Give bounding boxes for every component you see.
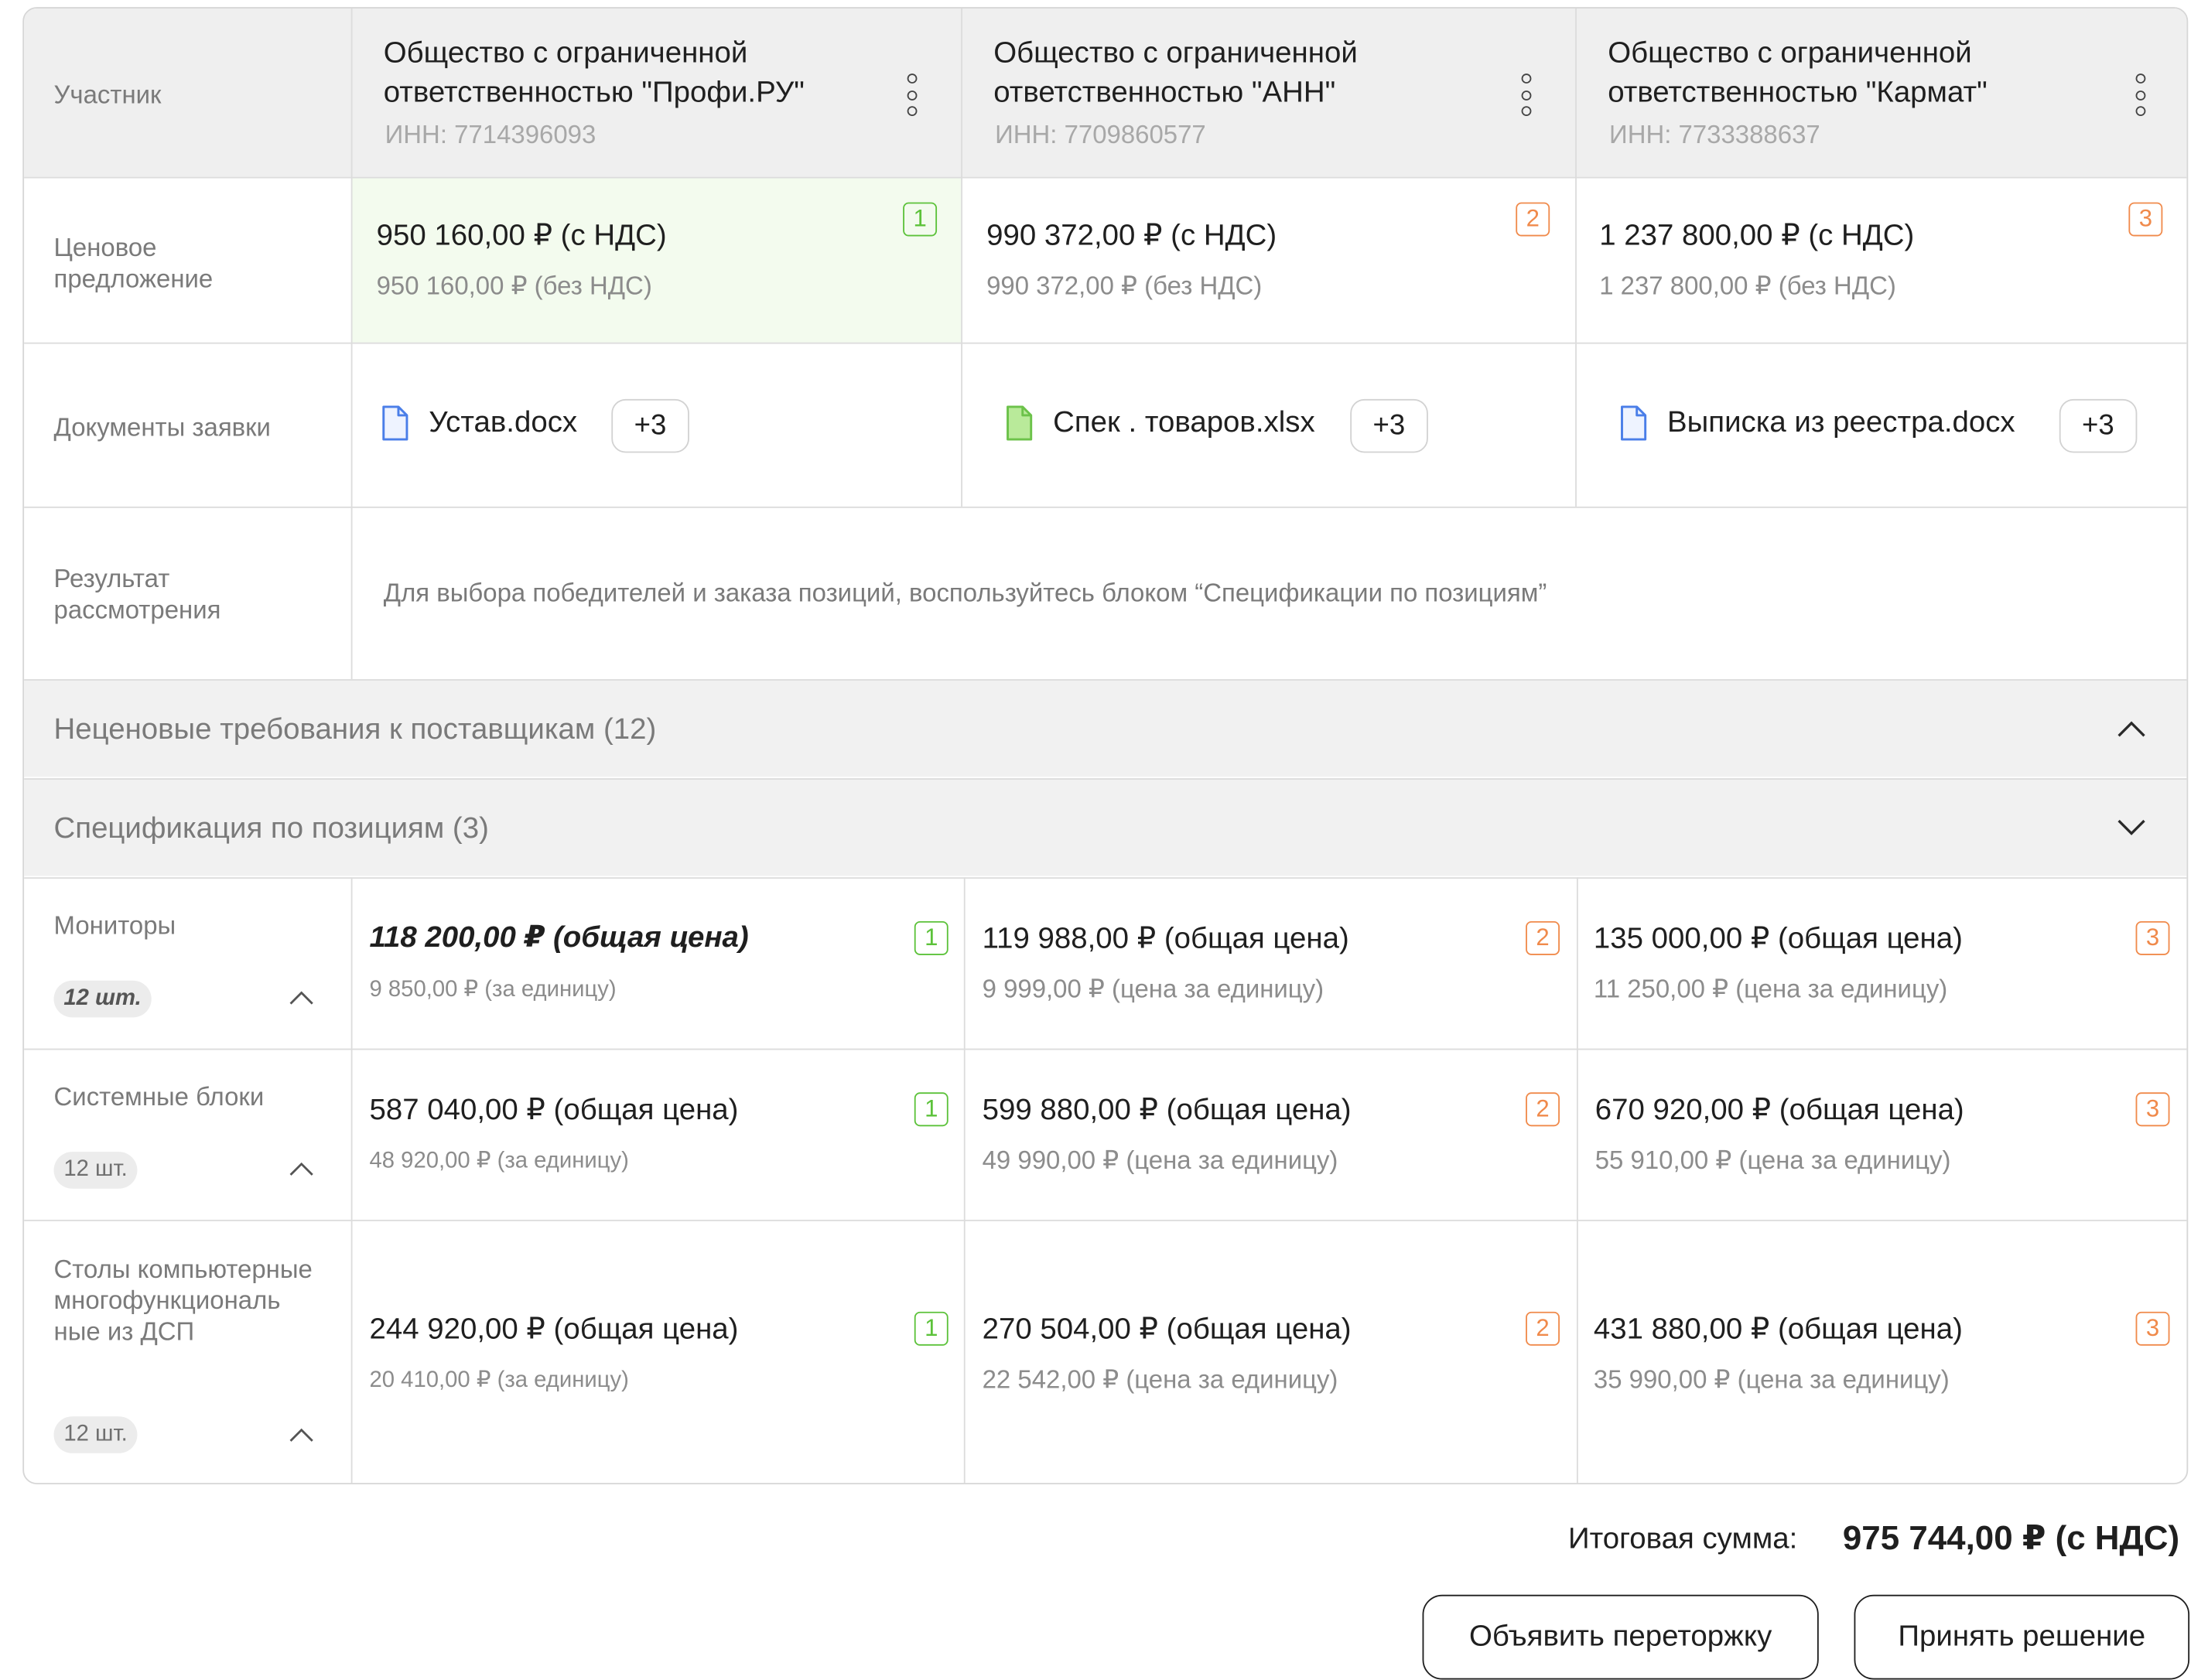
- excel-file-icon: [1007, 405, 1033, 441]
- rank-badge: 2: [1526, 920, 1560, 955]
- kebab-menu-icon[interactable]: [2133, 73, 2147, 117]
- price-with-vat: 1 237 800,00 ₽ (с НДС): [1599, 219, 1915, 252]
- row-divider: [24, 342, 2187, 344]
- document-link[interactable]: Спек . товаров.xlsx: [1005, 405, 1315, 442]
- row-divider: [24, 778, 2187, 780]
- document-name: Спек . товаров.xlsx: [1053, 406, 1315, 439]
- price-without-vat: 950 160,00 ₽ (без НДС): [376, 271, 652, 300]
- position-total-price: 431 880,00 ₽ (общая цена): [1593, 1313, 1963, 1346]
- position-name: Системные блоки: [53, 1082, 265, 1111]
- position-total-price: 270 504,00 ₽ (общая цена): [982, 1313, 1352, 1346]
- column-divider: [1575, 8, 1577, 507]
- rank-badge: 3: [2128, 202, 2163, 237]
- quantity-badge: 12 шт.: [53, 980, 152, 1018]
- word-file-icon: [1621, 405, 1647, 441]
- result-label: Результат рассмотрения: [53, 564, 221, 624]
- rank-badge: 3: [2135, 920, 2170, 955]
- tender-comparison-page: Участник Общество с ограниченной ответст…: [0, 0, 2208, 1680]
- position-total-price: 119 988,00 ₽ (общая цена): [982, 922, 1349, 955]
- row-divider: [24, 506, 2187, 508]
- position-unit-price: 55 910,00 ₽ (цена за единицу): [1594, 1146, 1951, 1175]
- participant-inn-3: ИНН: 7733388637: [1609, 120, 1820, 149]
- column-divider: [963, 877, 966, 1484]
- position-unit-price: 9 850,00 ₽ (за единицу): [369, 978, 617, 1002]
- price-with-vat: 950 160,00 ₽ (с НДС): [376, 219, 667, 252]
- chevron-up-icon[interactable]: [287, 1426, 316, 1443]
- participant-name-1: Общество с ограниченной ответственностью…: [383, 36, 805, 109]
- price-with-vat: 990 372,00 ₽ (с НДС): [986, 219, 1277, 252]
- price-without-vat: 1 237 800,00 ₽ (без НДС): [1599, 271, 1896, 300]
- position-unit-price: 48 920,00 ₽ (за единицу): [369, 1149, 629, 1173]
- document-link[interactable]: Устав.docx: [381, 405, 577, 442]
- total-value: 975 744,00 ₽ (с НДС): [1842, 1519, 2180, 1559]
- result-note: Для выбора победителей и заказа позиций,…: [383, 579, 1547, 607]
- quantity-badge: 12 шт.: [53, 1152, 138, 1189]
- winner-highlight: [352, 178, 962, 343]
- participant-name-2: Общество с ограниченной ответственностью…: [993, 36, 1358, 109]
- non-price-requirements-toggle[interactable]: Неценовые требования к поставщикам (12): [54, 713, 657, 747]
- participant-name-3: Общество с ограниченной ответственностью…: [1608, 36, 1988, 109]
- position-total-price: 587 040,00 ₽ (общая цена): [369, 1094, 739, 1127]
- position-unit-price: 9 999,00 ₽ (цена за единицу): [982, 975, 1324, 1004]
- rank-badge: 3: [2135, 1092, 2170, 1127]
- rank-badge: 2: [1526, 1092, 1560, 1127]
- column-divider: [1576, 877, 1578, 1484]
- position-total-price: 670 920,00 ₽ (общая цена): [1594, 1094, 1964, 1127]
- chevron-up-icon[interactable]: [2116, 719, 2147, 739]
- documents-label: Документы заявки: [53, 413, 271, 442]
- kebab-menu-icon[interactable]: [1519, 73, 1533, 117]
- rank-badge: 1: [914, 920, 948, 955]
- comparison-table: Участник Общество с ограниченной ответст…: [22, 7, 2189, 1485]
- document-name: Устав.docx: [429, 406, 578, 439]
- quantity-badge: 12 шт.: [53, 1416, 138, 1453]
- rank-badge: 1: [914, 1092, 948, 1127]
- position-name: Мониторы: [53, 911, 176, 940]
- kebab-menu-icon[interactable]: [904, 73, 918, 117]
- column-divider: [350, 877, 353, 1484]
- rank-badge: 1: [914, 1311, 948, 1346]
- column-divider: [350, 8, 353, 680]
- position-total-price: 118 200,00 ₽ (общая цена): [369, 920, 749, 954]
- row-divider: [24, 1048, 2187, 1050]
- position-total-price: 244 920,00 ₽ (общая цена): [369, 1313, 739, 1346]
- participant-inn-1: ИНН: 7714396093: [385, 120, 596, 149]
- specification-toggle[interactable]: Спецификация по позициям (3): [54, 812, 489, 846]
- position-unit-price: 20 410,00 ₽ (за единицу): [369, 1368, 629, 1393]
- price-without-vat: 990 372,00 ₽ (без НДС): [986, 271, 1263, 300]
- row-divider: [24, 679, 2187, 681]
- price-offer-label: Ценовое предложение: [53, 233, 214, 293]
- position-unit-price: 35 990,00 ₽ (цена за единицу): [1593, 1365, 1950, 1394]
- total-label: Итоговая сумма:: [1567, 1522, 1798, 1555]
- document-link[interactable]: Выписка из реестра.docx: [1619, 405, 2015, 442]
- position-unit-price: 22 542,00 ₽ (цена за единицу): [982, 1365, 1338, 1394]
- chevron-up-icon[interactable]: [287, 1160, 316, 1177]
- position-total-price: 135 000,00 ₽ (общая цена): [1593, 922, 1963, 955]
- make-decision-button[interactable]: Принять решение: [1854, 1594, 2190, 1680]
- word-file-icon: [382, 405, 408, 441]
- position-name: Столы компьютерные многофункциональ ные …: [53, 1255, 313, 1346]
- position-total-price: 599 880,00 ₽ (общая цена): [982, 1094, 1352, 1127]
- position-unit-price: 49 990,00 ₽ (цена за единицу): [982, 1146, 1338, 1175]
- announce-rebid-button[interactable]: Объявить переторжку: [1422, 1594, 1819, 1680]
- participant-label: Участник: [53, 80, 162, 109]
- more-documents-button[interactable]: +3: [611, 398, 689, 453]
- document-name: Выписка из реестра.docx: [1667, 406, 2015, 439]
- participant-inn-2: ИНН: 7709860577: [995, 120, 1206, 149]
- row-divider: [24, 877, 2187, 879]
- more-documents-button[interactable]: +3: [2059, 398, 2138, 453]
- rank-badge: 1: [903, 202, 938, 237]
- rank-badge: 2: [1516, 202, 1550, 237]
- chevron-up-icon[interactable]: [287, 989, 316, 1006]
- chevron-down-icon[interactable]: [2116, 818, 2147, 838]
- more-documents-button[interactable]: +3: [1350, 398, 1428, 453]
- column-divider: [961, 8, 962, 507]
- row-divider: [24, 176, 2187, 179]
- rank-badge: 2: [1526, 1311, 1560, 1346]
- position-unit-price: 11 250,00 ₽ (цена за единицу): [1593, 975, 1948, 1004]
- rank-badge: 3: [2135, 1311, 2170, 1346]
- row-divider: [24, 1219, 2187, 1221]
